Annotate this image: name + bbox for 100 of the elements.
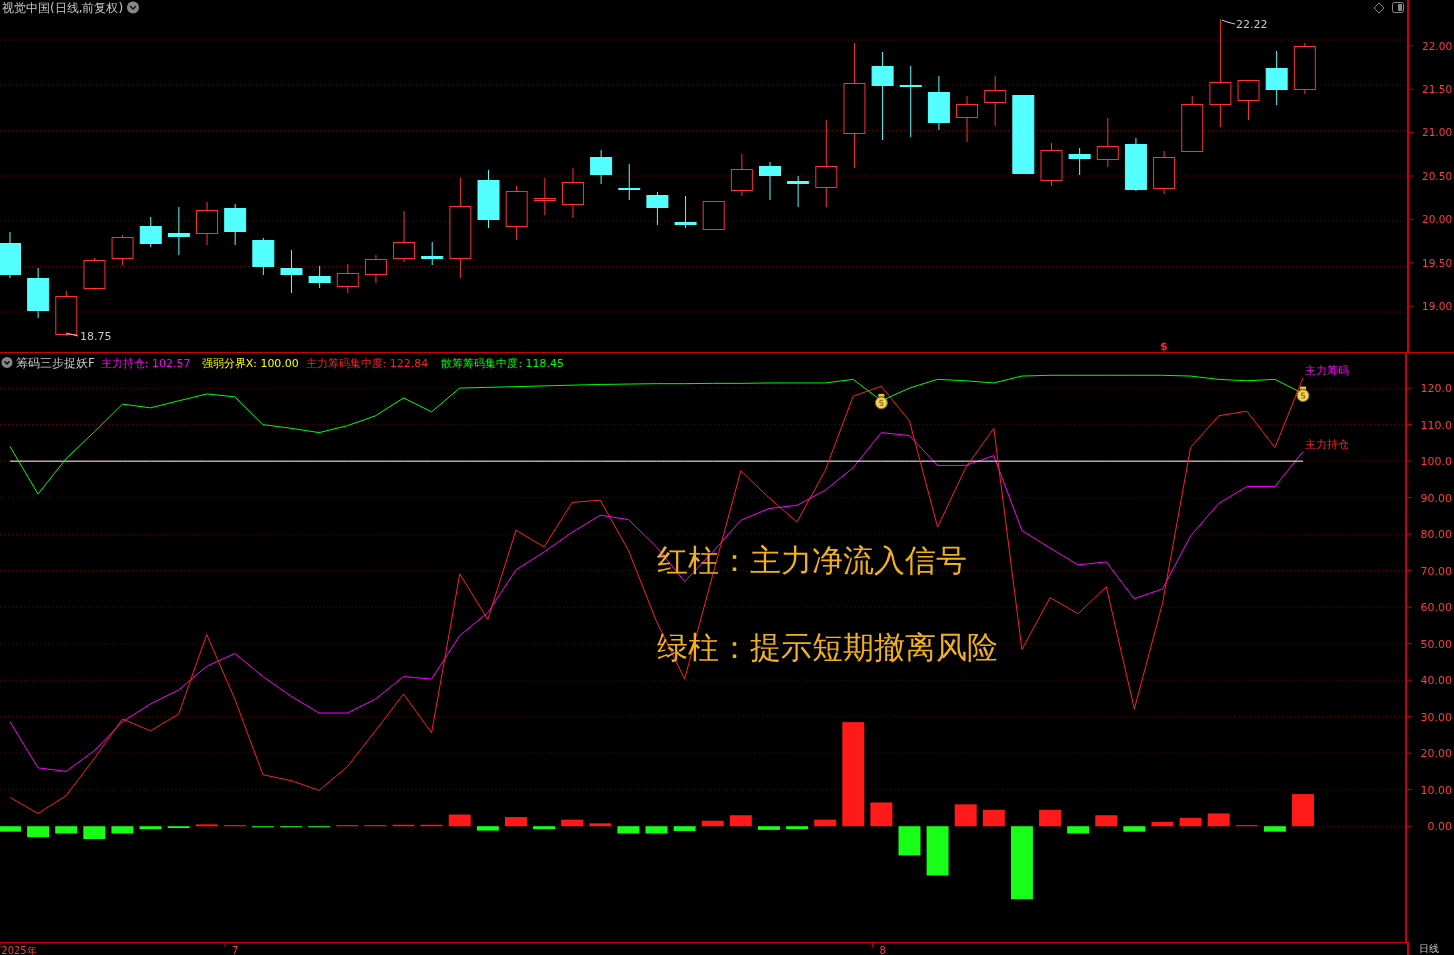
axis-label: 90.00 — [1420, 491, 1452, 505]
candlestick — [421, 241, 444, 266]
legend-item: 主力持仓: 102.57 — [100, 357, 191, 371]
flow-bar — [954, 804, 977, 827]
flow-bar — [898, 826, 921, 856]
legend-item: 强弱分界X: 100.00 — [201, 357, 299, 371]
flow-bar — [27, 826, 50, 838]
period-label[interactable]: 日线 — [1407, 942, 1454, 955]
candlestick — [224, 203, 247, 246]
candlestick — [1040, 142, 1063, 187]
candlestick — [674, 195, 697, 229]
flow-bar — [55, 826, 78, 834]
candlestick — [927, 75, 950, 131]
dollar-marker: $ — [1160, 340, 1168, 352]
indicator-name: 筹码三步捉妖F — [16, 356, 95, 371]
candlestick — [280, 249, 303, 294]
candlestick — [1096, 117, 1119, 168]
candlestick — [984, 75, 1007, 127]
candlestick — [1237, 79, 1260, 121]
flow-bar — [673, 826, 696, 831]
candlestick — [1068, 147, 1091, 176]
candlestick — [590, 149, 613, 185]
flow-bar — [111, 826, 134, 834]
candlestick — [477, 169, 500, 229]
candlestick — [646, 191, 669, 226]
flow-bar — [617, 826, 640, 834]
date-label: 8 — [879, 945, 886, 955]
flow-bar — [982, 809, 1005, 827]
candlestick — [1181, 95, 1204, 152]
flow-bar — [420, 824, 443, 827]
candlestick — [505, 185, 528, 241]
money-bag-icon — [874, 393, 888, 410]
dropdown-icon[interactable] — [1, 356, 13, 368]
candlestick — [759, 161, 781, 201]
axis-label: 20.00 — [1422, 213, 1453, 226]
legend-item: 散筹筹码集中度: 118.45 — [441, 357, 564, 371]
axis-label: 20.00 — [1420, 747, 1452, 761]
flow-bar — [1151, 821, 1174, 827]
candlestick — [252, 237, 275, 276]
high-price-label: 22.22 — [1236, 18, 1268, 31]
flow-bar — [1207, 813, 1230, 827]
candlestick — [618, 163, 641, 201]
date-label: 7 — [232, 945, 239, 955]
axis-label: 110.0 — [1420, 418, 1452, 432]
flow-bar — [645, 826, 668, 834]
axis-label: 60.00 — [1420, 601, 1452, 615]
candlestick — [139, 216, 162, 248]
flow-bar — [1292, 794, 1314, 827]
candlestick — [27, 267, 50, 319]
candlestick — [1293, 42, 1316, 95]
flow-bar — [1179, 817, 1202, 827]
candlestick — [1124, 137, 1147, 192]
flow-bar — [870, 802, 893, 827]
flow-bar — [1263, 826, 1286, 832]
candlestick — [0, 231, 21, 279]
flow-bar — [195, 824, 218, 827]
flow-bar — [139, 826, 162, 830]
axis-label: 50.00 — [1420, 637, 1452, 651]
flow-bar — [701, 820, 724, 827]
candlestick — [1265, 50, 1288, 106]
candlestick — [167, 206, 190, 256]
flow-bar — [1123, 826, 1146, 832]
flow-bar — [167, 826, 190, 829]
candlestick — [111, 234, 134, 266]
axis-label: 19.00 — [1422, 300, 1453, 312]
axis-label: 70.00 — [1420, 564, 1452, 578]
flow-bar — [83, 826, 106, 839]
flow-bar — [729, 815, 752, 827]
flow-bar — [589, 823, 612, 827]
flow-bar — [0, 826, 21, 832]
axis-label: 10.00 — [1420, 783, 1452, 797]
flow-bar — [1067, 826, 1090, 834]
flow-bar — [814, 819, 837, 827]
flow-bar — [392, 824, 415, 827]
dropdown-icon[interactable] — [127, 1, 139, 14]
date-label: 2025年 — [1, 945, 37, 955]
axis-label: 19.50 — [1422, 256, 1453, 269]
diamond-icon[interactable] — [1373, 2, 1385, 14]
axis-label: 21.00 — [1422, 126, 1453, 139]
candlestick — [393, 210, 416, 263]
candlestick — [1153, 150, 1176, 195]
flow-bar — [1039, 809, 1062, 827]
candlestick — [702, 200, 725, 230]
axis-label: 120.0 — [1420, 382, 1452, 396]
candlestick — [364, 254, 387, 284]
candlestick — [196, 201, 219, 246]
candlestick — [308, 265, 331, 289]
flow-bar — [504, 817, 527, 827]
axis-label: 0.00 — [1427, 820, 1452, 834]
panel-toggle-icon[interactable] — [1392, 2, 1404, 13]
flow-bar — [926, 826, 949, 876]
flow-bar — [561, 819, 584, 827]
candlestick — [83, 257, 106, 291]
legend-item: 主力筹码集中度: 122.84 — [305, 357, 429, 371]
money-bag-icon — [1296, 386, 1310, 403]
candlestick — [956, 95, 979, 143]
flow-bar — [1095, 815, 1118, 827]
candlestick — [55, 290, 78, 337]
series-label: 主力持仓 — [1305, 437, 1349, 451]
axis-label: 30.00 — [1420, 710, 1452, 724]
